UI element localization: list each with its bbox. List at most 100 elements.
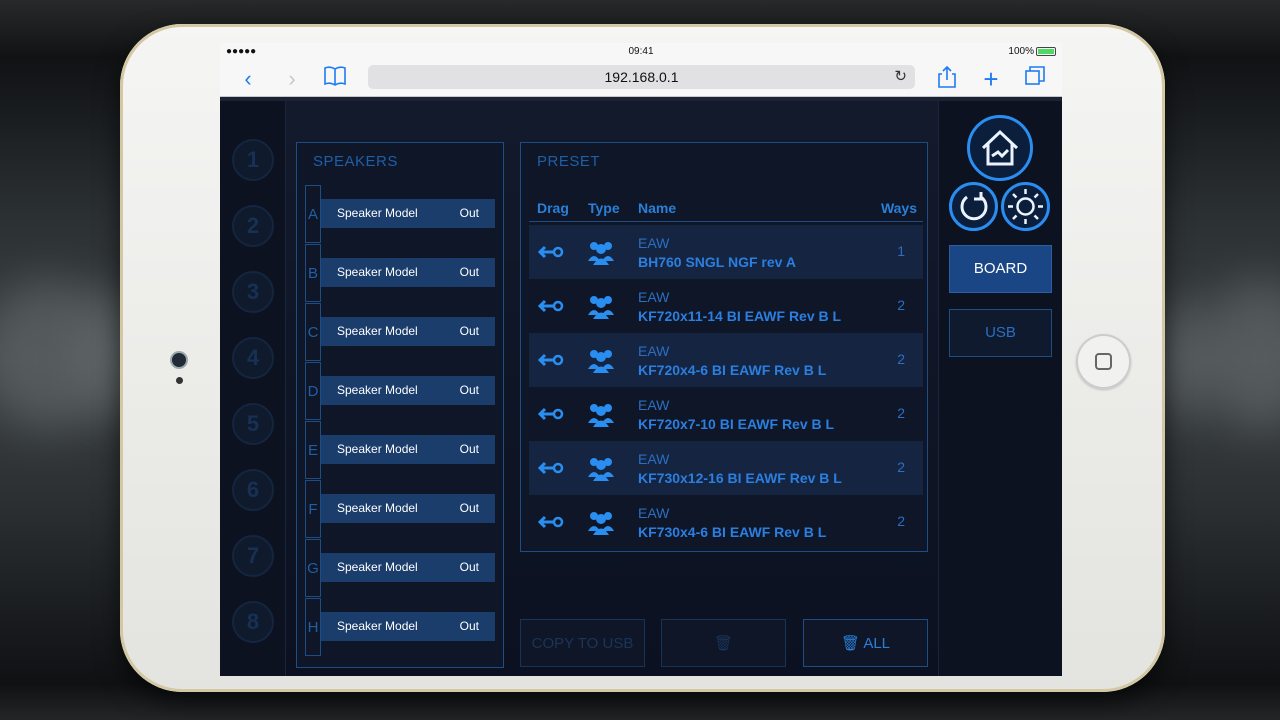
drag-handle-icon[interactable] <box>538 459 564 477</box>
preset-row[interactable]: EAW KF720x7-10 BI EAWF Rev B L 2 <box>529 387 923 441</box>
speaker-out-label: Out <box>459 265 479 279</box>
rail-item-6[interactable]: 6 <box>232 469 274 511</box>
app-area: 1 2 3 4 5 6 7 8 SPEAKERS A Speaker Model… <box>220 97 1062 676</box>
preset-ways: 2 <box>897 405 905 421</box>
preset-brand: EAW <box>638 451 670 467</box>
rail-item-5[interactable]: 5 <box>232 403 274 445</box>
header-drag: Drag <box>537 200 569 216</box>
preset-brand: EAW <box>638 505 670 521</box>
speaker-out-label: Out <box>459 442 479 456</box>
speaker-out-label: Out <box>459 501 479 515</box>
board-button[interactable]: BOARD <box>949 245 1052 293</box>
reload-icon[interactable]: ↻ <box>894 65 907 89</box>
preset-brand: EAW <box>638 235 670 251</box>
speaker-letter: C <box>305 303 321 361</box>
speaker-letter: D <box>305 362 321 420</box>
delete-all-button[interactable]: 🗑 ALL <box>803 619 928 667</box>
house-icon[interactable] <box>967 115 1033 181</box>
right-panel: BOARD USB <box>938 101 1062 676</box>
rail-item-4[interactable]: 4 <box>232 337 274 379</box>
speaker-out-label: Out <box>459 560 479 574</box>
header-ways: Ways <box>880 200 917 216</box>
speaker-row-b: B Speaker Model Out <box>305 244 497 302</box>
copy-to-usb-button[interactable]: COPY TO USB <box>520 619 645 667</box>
preset-name: KF730x4-6 BI EAWF Rev B L <box>638 524 827 540</box>
header-type: Type <box>588 200 620 216</box>
drag-handle-icon[interactable] <box>538 243 564 261</box>
rail-item-8[interactable]: 8 <box>232 601 274 643</box>
share-icon[interactable] <box>933 65 961 93</box>
preset-name: KF720x7-10 BI EAWF Rev B L <box>638 416 835 432</box>
preset-panel: PRESET Drag Type Name Ways EAW BH760 SNG… <box>520 142 928 552</box>
rail-item-7[interactable]: 7 <box>232 535 274 577</box>
speaker-row-f: F Speaker Model Out <box>305 480 497 538</box>
speaker-model-button[interactable]: Speaker Model Out <box>321 199 495 228</box>
usb-button[interactable]: USB <box>949 309 1052 357</box>
speaker-out-label: Out <box>459 206 479 220</box>
tabs-icon[interactable] <box>1021 65 1049 93</box>
drag-handle-icon[interactable] <box>538 405 564 423</box>
speaker-letter: B <box>305 244 321 302</box>
group-icon <box>588 350 614 373</box>
speaker-row-c: C Speaker Model Out <box>305 303 497 361</box>
speaker-row-a: A Speaker Model Out <box>305 185 497 243</box>
preset-brand: EAW <box>638 397 670 413</box>
brightness-icon[interactable] <box>1001 182 1050 231</box>
preset-row[interactable]: EAW BH760 SNGL NGF rev A 1 <box>529 225 923 279</box>
back-icon[interactable]: ‹ <box>234 65 262 93</box>
speaker-model-button[interactable]: Speaker Model Out <box>321 376 495 405</box>
preset-name: BH760 SNGL NGF rev A <box>638 254 796 270</box>
battery-percent: 100% <box>1008 46 1034 57</box>
rail-item-1[interactable]: 1 <box>232 139 274 181</box>
speaker-model-button[interactable]: Speaker Model Out <box>321 317 495 346</box>
refresh-icon[interactable] <box>949 182 998 231</box>
browser-toolbar: ‹ › 192.168.0.1 ↻ + <box>220 61 1062 97</box>
speaker-row-e: E Speaker Model Out <box>305 421 497 479</box>
speaker-model-button[interactable]: Speaker Model Out <box>321 494 495 523</box>
speaker-letter: F <box>305 480 321 538</box>
preset-ways: 2 <box>897 459 905 475</box>
preset-title: PRESET <box>537 153 601 170</box>
rail-item-2[interactable]: 2 <box>232 205 274 247</box>
output-rail: 1 2 3 4 5 6 7 8 <box>220 101 286 676</box>
drag-handle-icon[interactable] <box>538 513 564 531</box>
preset-row[interactable]: EAW KF720x4-6 BI EAWF Rev B L 2 <box>529 333 923 387</box>
speaker-letter: H <box>305 598 321 656</box>
camera-icon <box>172 353 186 367</box>
speaker-model-button[interactable]: Speaker Model Out <box>321 553 495 582</box>
speaker-model-button[interactable]: Speaker Model Out <box>321 435 495 464</box>
preset-ways: 2 <box>897 297 905 313</box>
group-icon <box>588 512 614 535</box>
preset-table-header: Drag Type Name Ways <box>529 194 923 222</box>
forward-icon[interactable]: › <box>278 65 306 93</box>
preset-name: KF730x12-16 BI EAWF Rev B L <box>638 470 842 486</box>
speaker-letter: E <box>305 421 321 479</box>
speaker-model-button[interactable]: Speaker Model Out <box>321 258 495 287</box>
drag-handle-icon[interactable] <box>538 297 564 315</box>
preset-row[interactable]: EAW KF730x4-6 BI EAWF Rev B L 2 <box>529 495 923 549</box>
speaker-letter: A <box>305 185 321 243</box>
speaker-row-d: D Speaker Model Out <box>305 362 497 420</box>
delete-button[interactable]: 🗑 <box>661 619 786 667</box>
drag-handle-icon[interactable] <box>538 351 564 369</box>
preset-ways: 1 <box>897 243 905 259</box>
rail-item-3[interactable]: 3 <box>232 271 274 313</box>
preset-ways: 2 <box>897 351 905 367</box>
speakers-title: SPEAKERS <box>313 153 398 170</box>
speaker-letter: G <box>305 539 321 597</box>
new-tab-icon[interactable]: + <box>977 65 1005 93</box>
bookmarks-icon[interactable] <box>321 65 349 93</box>
battery-icon <box>1036 47 1056 56</box>
speaker-model-button[interactable]: Speaker Model Out <box>321 612 495 641</box>
preset-row[interactable]: EAW KF720x11-14 BI EAWF Rev B L 2 <box>529 279 923 333</box>
preset-brand: EAW <box>638 289 670 305</box>
speakers-panel: SPEAKERS A Speaker Model Out B Speaker Mo… <box>296 142 504 668</box>
preset-row[interactable]: EAW KF730x12-16 BI EAWF Rev B L 2 <box>529 441 923 495</box>
speaker-row-h: H Speaker Model Out <box>305 598 497 656</box>
clock: 09:41 <box>628 46 654 57</box>
sensor-dot <box>176 377 183 384</box>
home-button[interactable] <box>1076 334 1131 389</box>
address-bar[interactable]: 192.168.0.1 ↻ <box>368 65 915 89</box>
home-button-square-icon <box>1095 353 1112 370</box>
group-icon <box>588 458 614 481</box>
